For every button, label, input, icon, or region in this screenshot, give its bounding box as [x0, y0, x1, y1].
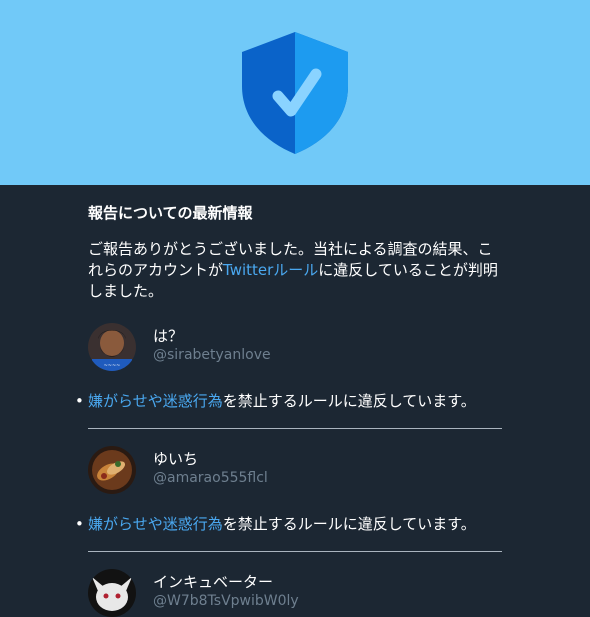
account-name: は？: [153, 327, 184, 345]
avatar[interactable]: [88, 446, 136, 494]
violation-item: • 嫌がらせや迷惑行為を禁止するルールに違反しています。: [75, 514, 502, 534]
harassment-rule-link[interactable]: 嫌がらせや迷惑行為: [88, 392, 223, 410]
twitter-rules-link[interactable]: Twitterルール: [223, 261, 318, 279]
report-intro: ご報告ありがとうございました。当社による調査の結果、これらのアカウントがTwit…: [88, 239, 502, 302]
avatar-photo-icon: ~~~~: [88, 323, 136, 371]
account-name: ゆいち: [153, 450, 199, 468]
reported-account[interactable]: ゆいち @amarao555flcl: [88, 446, 502, 494]
bullet: •: [75, 392, 84, 410]
account-name: インキュベーター: [153, 573, 274, 591]
avatar-photo-icon: [88, 569, 136, 617]
svg-text:~~~~: ~~~~: [104, 363, 121, 369]
account-handle: @amarao555flcl: [153, 470, 268, 486]
avatar[interactable]: ~~~~: [88, 323, 136, 371]
report-title: 報告についての最新情報: [88, 204, 253, 222]
shield-check-icon: [242, 32, 348, 154]
harassment-rule-link[interactable]: 嫌がらせや迷惑行為: [88, 515, 223, 533]
avatar[interactable]: [88, 569, 136, 617]
divider: [88, 551, 502, 552]
header-banner: [0, 0, 590, 185]
bullet: •: [75, 515, 84, 533]
avatar-photo-icon: [88, 446, 136, 494]
report-content: 報告についての最新情報 ご報告ありがとうございました。当社による調査の結果、これ…: [75, 185, 502, 617]
reported-account[interactable]: インキュベーター @W7b8TsVpwibW0ly: [88, 569, 502, 617]
violation-text: を禁止するルールに違反しています。: [222, 515, 476, 533]
violation-text: を禁止するルールに違反しています。: [222, 392, 476, 410]
violation-item: • 嫌がらせや迷惑行為を禁止するルールに違反しています。: [75, 391, 502, 411]
account-handle: @sirabetyanlove: [153, 347, 271, 363]
reported-account[interactable]: ~~~~ は？ @sirabetyanlove: [88, 323, 502, 371]
account-handle: @W7b8TsVpwibW0ly: [153, 593, 299, 609]
divider: [88, 428, 502, 429]
